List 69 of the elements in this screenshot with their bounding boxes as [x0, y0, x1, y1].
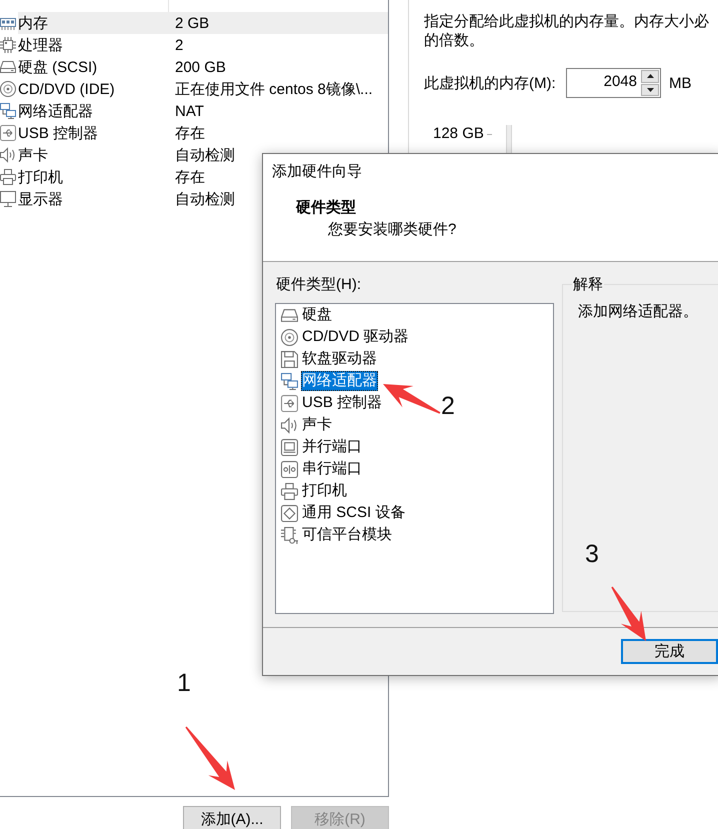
group-legend: 解释: [572, 275, 604, 294]
annotation-number: 2: [441, 394, 455, 419]
arrow-annotation: [383, 384, 441, 414]
list-item[interactable]: 网络适配器: [301, 371, 378, 391]
annotation-number: 3: [585, 542, 599, 567]
list-item[interactable]: 串行端口: [301, 459, 363, 479]
finish-button[interactable]: 完成: [621, 639, 718, 664]
tick-mark: [486, 134, 492, 135]
chip-key-icon: [281, 526, 298, 544]
device-name: USB 控制器: [18, 124, 100, 142]
unit-label: MB: [669, 74, 692, 92]
memory-spin-box[interactable]: 2048: [566, 68, 661, 98]
network-icon: [281, 372, 298, 390]
caret-up-icon: [646, 74, 654, 78]
port-icon: [281, 438, 298, 456]
device-name: CD/DVD (IDE): [18, 80, 116, 98]
device-name: 处理器: [18, 36, 64, 54]
device-summary: 自动检测: [174, 146, 235, 164]
list-item[interactable]: USB 控制器: [301, 393, 384, 413]
list-item[interactable]: 并行端口: [301, 437, 363, 457]
device-name: 硬盘 (SCSI): [18, 58, 98, 76]
usb-icon: [281, 394, 298, 412]
device-name: 显示器: [18, 190, 64, 208]
list-label: 硬件类型(H):: [275, 275, 362, 294]
spin-down-button[interactable]: [641, 84, 659, 96]
list-item[interactable]: CD/DVD 驱动器: [301, 327, 410, 347]
device-summary: 正在使用文件 centos 8镜像\...: [174, 80, 373, 98]
device-summary: 自动检测: [174, 190, 235, 208]
caret-down-icon: [646, 88, 654, 92]
diamond-icon: [281, 504, 298, 522]
port-icon: [281, 460, 298, 478]
list-item[interactable]: 可信平台模块: [301, 525, 393, 545]
hard-drive-icon: [281, 306, 298, 324]
arrow-annotation: [611, 586, 646, 641]
table-row[interactable]: 处理器 2: [18, 34, 388, 56]
spin-up-button[interactable]: [641, 70, 659, 82]
device-name: 内存: [18, 14, 49, 32]
list-item[interactable]: 打印机: [301, 481, 348, 501]
arrow-annotation: [185, 726, 235, 790]
annotation-number: 1: [177, 671, 191, 696]
device-summary: 存在: [174, 168, 205, 186]
device-name: 打印机: [18, 168, 64, 186]
device-summary: 200 GB: [174, 58, 226, 76]
table-row[interactable]: 网络适配器 NAT: [18, 100, 388, 122]
table-row[interactable]: 硬盘 (SCSI) 200 GB: [18, 56, 388, 78]
page-subheading: 您要安装哪类硬件?: [328, 220, 458, 239]
device-name: 声卡: [18, 146, 49, 164]
page-heading: 硬件类型: [296, 198, 357, 217]
device-summary: NAT: [174, 102, 204, 120]
device-summary: 2: [174, 36, 184, 54]
disc-icon: [281, 328, 298, 346]
device-summary: 存在: [174, 124, 205, 142]
printer-icon: [281, 482, 298, 500]
memory-size-label: 此虚拟机的内存(M):: [424, 74, 557, 92]
device-name: 网络适配器: [18, 102, 94, 120]
device-summary: 2 GB: [174, 14, 210, 32]
table-row[interactable]: CD/DVD (IDE) 正在使用文件 centos 8镜像\...: [18, 78, 388, 100]
list-item[interactable]: 通用 SCSI 设备: [301, 503, 406, 523]
description-text: 指定分配给此虚拟机的内存量。内存大小必 的倍数。: [424, 12, 710, 50]
slider-label: 128 GB: [432, 124, 484, 143]
list-item[interactable]: 软盘驱动器: [301, 349, 378, 369]
add-button[interactable]: 添加(A)...: [183, 806, 281, 829]
table-row[interactable]: USB 控制器 存在: [18, 122, 388, 144]
list-item[interactable]: 声卡: [301, 415, 333, 435]
table-row[interactable]: 内存 2 GB: [18, 12, 388, 34]
speaker-icon: [281, 416, 298, 434]
dialog-title: 添加硬件向导: [272, 162, 363, 181]
list-item[interactable]: 硬盘: [301, 305, 333, 325]
explanation-text: 添加网络适配器。: [578, 302, 699, 321]
